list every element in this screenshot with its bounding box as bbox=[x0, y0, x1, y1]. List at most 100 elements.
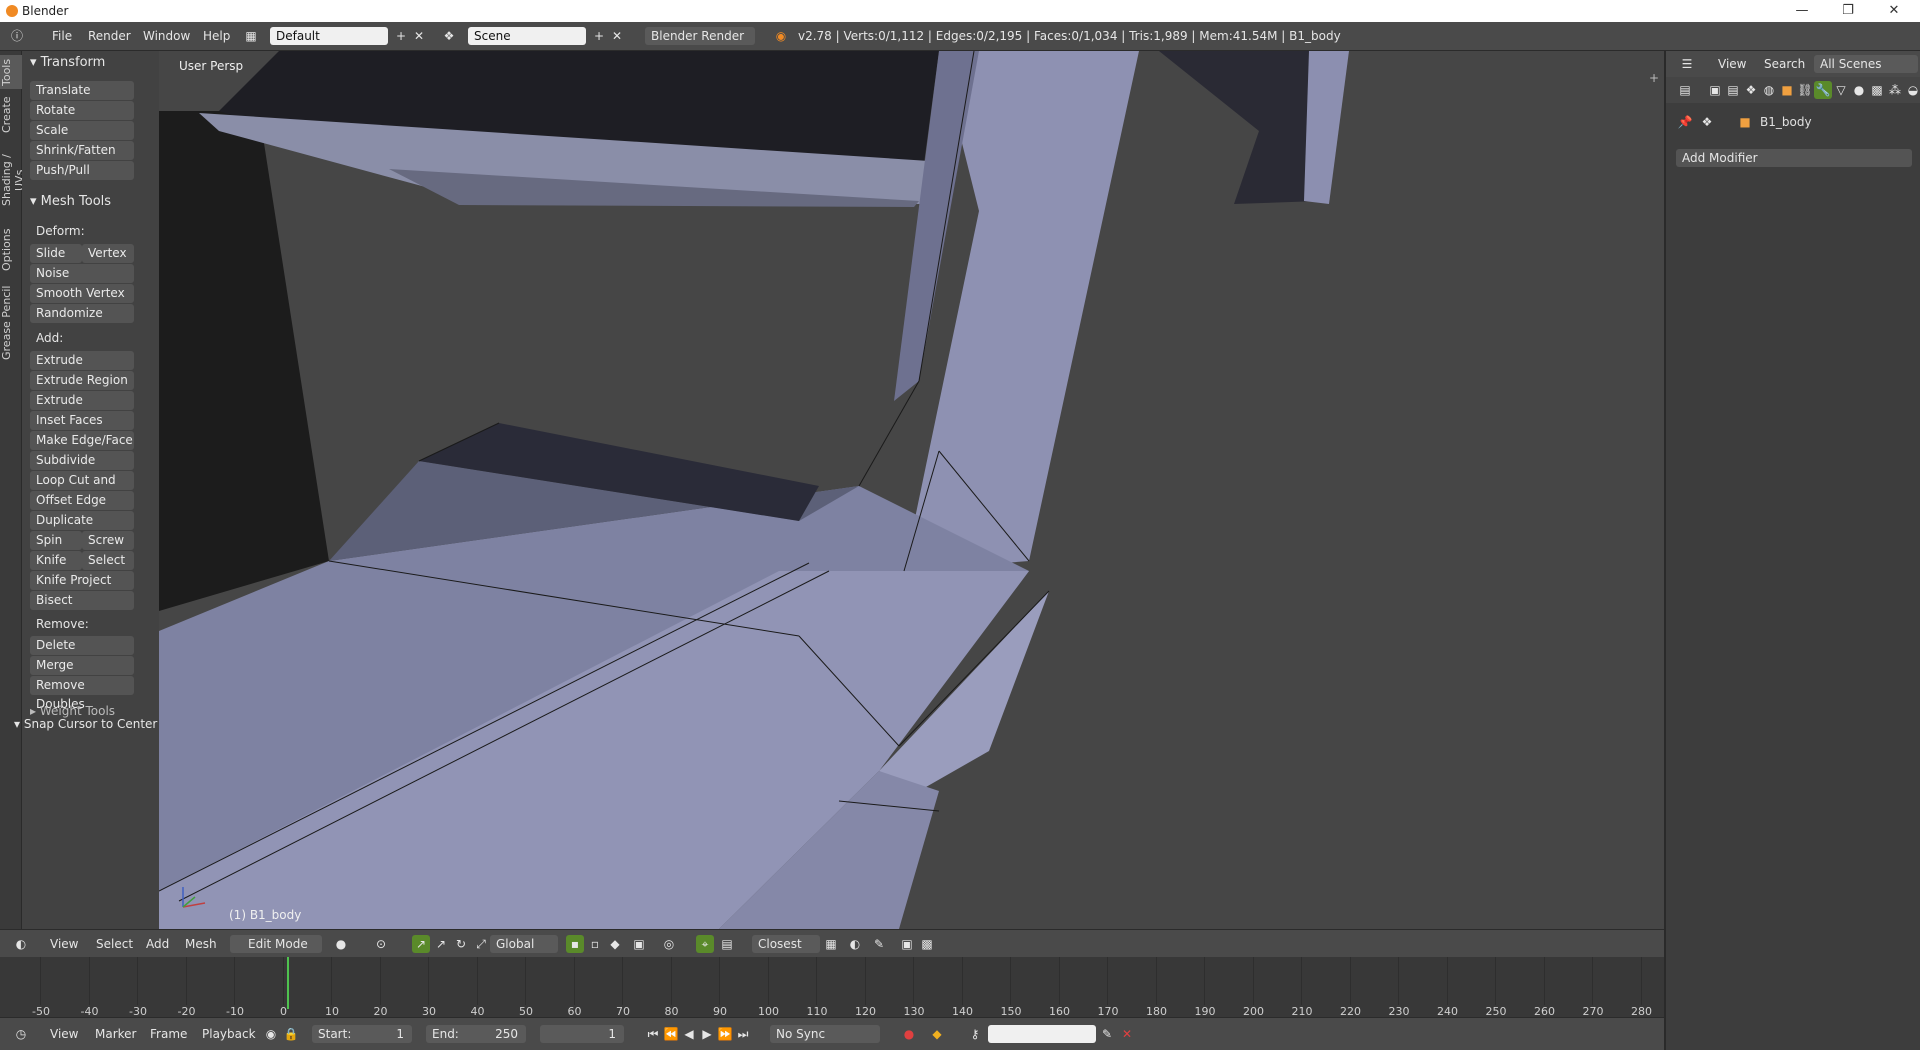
sculpt-icon[interactable]: ✎ bbox=[870, 935, 888, 953]
transform-panel-header[interactable]: ▾ Transform bbox=[30, 55, 105, 70]
translate-manip-icon[interactable]: ↗ bbox=[432, 935, 450, 953]
minimize-button[interactable]: — bbox=[1780, 0, 1824, 22]
editor-type-icon[interactable]: ◐ bbox=[12, 935, 30, 953]
knife-project-button[interactable]: Knife Project bbox=[30, 571, 134, 590]
mesh-tools-panel-header[interactable]: ▾ Mesh Tools bbox=[30, 194, 111, 209]
viewport-expand-icon[interactable]: + bbox=[1649, 71, 1659, 85]
delete-key-icon[interactable]: ✕ bbox=[1118, 1025, 1136, 1043]
texture-tab-icon[interactable]: ▩ bbox=[1868, 81, 1886, 99]
add-modifier-dropdown[interactable]: Add Modifier bbox=[1676, 149, 1912, 167]
smooth-vertex-button[interactable]: Smooth Vertex bbox=[30, 284, 134, 303]
timeline-editor-icon[interactable]: ◷ bbox=[12, 1025, 30, 1043]
scene-filter-dropdown[interactable]: All Scenes bbox=[1814, 55, 1918, 73]
jump-keyframe-forward-icon[interactable]: ⏩ bbox=[716, 1025, 734, 1043]
remove-layout-icon[interactable]: ✕ bbox=[410, 27, 428, 45]
extrude-individual-button[interactable]: Extrude Individual bbox=[30, 391, 134, 426]
close-window-button[interactable]: ✕ bbox=[1872, 0, 1916, 22]
props-menu-search[interactable]: Search bbox=[1764, 57, 1805, 71]
merge-button[interactable]: Merge bbox=[30, 656, 134, 675]
maximize-button[interactable]: ❐ bbox=[1826, 0, 1870, 22]
render-engine-dropdown[interactable]: Blender Render bbox=[645, 27, 755, 45]
lock-icon[interactable]: 🔒 bbox=[282, 1025, 300, 1043]
face-select-icon[interactable]: ◆ bbox=[606, 935, 624, 953]
snap-icon[interactable]: ⌖ bbox=[696, 935, 714, 953]
tl-menu-view[interactable]: View bbox=[50, 1027, 78, 1041]
layout-icon[interactable]: ▦ bbox=[242, 27, 260, 45]
remove-doubles-button[interactable]: Remove Doubles bbox=[30, 676, 134, 711]
knife-select-button[interactable]: Select bbox=[82, 551, 134, 570]
tab-grease-pencil[interactable]: Grease Pencil bbox=[0, 283, 22, 363]
vertex-select-icon[interactable]: ▪ bbox=[566, 935, 584, 953]
modifiers-tab-icon[interactable]: 🔧 bbox=[1814, 81, 1832, 99]
slide-vertex-button[interactable]: Vertex bbox=[82, 244, 134, 263]
data-tab-icon[interactable]: ▽ bbox=[1832, 81, 1850, 99]
mode-dropdown[interactable]: Edit Mode bbox=[230, 935, 322, 953]
tl-menu-frame[interactable]: Frame bbox=[150, 1027, 187, 1041]
3d-viewport[interactable]: User Persp (1) B1_body + bbox=[159, 51, 1664, 929]
snap-element-icon[interactable]: ▤ bbox=[718, 935, 736, 953]
menu-view[interactable]: View bbox=[50, 937, 78, 951]
end-frame-field[interactable]: End: 250 bbox=[426, 1025, 526, 1043]
shrink-fatten-button[interactable]: Shrink/Fatten bbox=[30, 141, 134, 160]
tab-options[interactable]: Options bbox=[0, 227, 22, 273]
start-frame-field[interactable]: Start: 1 bbox=[312, 1025, 412, 1043]
scene-icon[interactable]: ❖ bbox=[440, 27, 458, 45]
animation-icon[interactable]: ▩ bbox=[918, 935, 936, 953]
play-reverse-icon[interactable]: ◀ bbox=[680, 1025, 698, 1043]
manipulator-icon[interactable]: ↗ bbox=[412, 935, 430, 953]
tl-menu-playback[interactable]: Playback bbox=[202, 1027, 256, 1041]
rotate-manip-icon[interactable]: ↻ bbox=[452, 935, 470, 953]
spin-button[interactable]: Spin bbox=[30, 531, 82, 550]
jump-start-icon[interactable]: ⏮ bbox=[644, 1025, 662, 1043]
pivot-icon[interactable]: ⊙ bbox=[372, 935, 390, 953]
add-scene-icon[interactable]: + bbox=[590, 27, 608, 45]
layout-field[interactable]: Default bbox=[270, 27, 388, 45]
randomize-button[interactable]: Randomize bbox=[30, 304, 134, 323]
push-pull-button[interactable]: Push/Pull bbox=[30, 161, 134, 180]
keying-set-icon[interactable]: ⚷ bbox=[966, 1025, 984, 1043]
slide-edge-button[interactable]: Slide Ed bbox=[30, 244, 82, 279]
render-tab-icon[interactable]: ▣ bbox=[1706, 81, 1724, 99]
proportional-icon[interactable]: ◎ bbox=[660, 935, 678, 953]
menu-help[interactable]: Help bbox=[203, 29, 230, 43]
current-frame-field[interactable]: 1 bbox=[540, 1025, 624, 1043]
keying-set-field[interactable] bbox=[988, 1025, 1096, 1043]
orientation-dropdown[interactable]: Global bbox=[490, 935, 558, 953]
make-edge-face-button[interactable]: Make Edge/Face bbox=[30, 431, 134, 450]
timeline[interactable]: -50 -40 -30 -20 -10 0 10 20 30 40 50 60 70 80 90 100 110… bbox=[0, 957, 1664, 1018]
object-tab-icon[interactable]: ■ bbox=[1778, 81, 1796, 99]
particles-tab-icon[interactable]: ⁂ bbox=[1886, 81, 1904, 99]
insert-key-icon[interactable]: ✎ bbox=[1098, 1025, 1116, 1043]
tab-tools[interactable]: Tools bbox=[0, 55, 22, 89]
extrude-button[interactable]: Extrude bbox=[30, 351, 134, 370]
translate-button[interactable]: Translate bbox=[30, 81, 134, 100]
current-frame-line[interactable] bbox=[287, 957, 289, 1009]
keying-icon[interactable]: ◉ bbox=[262, 1025, 280, 1043]
info-editor-icon[interactable]: ⓘ bbox=[8, 27, 26, 45]
props-menu-view[interactable]: View bbox=[1718, 57, 1746, 71]
loop-cut-slide-button[interactable]: Loop Cut and Slide bbox=[30, 471, 134, 506]
menu-file[interactable]: File bbox=[52, 29, 72, 43]
menu-render[interactable]: Render bbox=[88, 29, 131, 43]
offset-edge-slide-button[interactable]: Offset Edge Slide bbox=[30, 491, 134, 526]
weight-tools-panel-header[interactable]: ▸ Weight Tools bbox=[30, 704, 115, 718]
knife-button[interactable]: Knife bbox=[30, 551, 82, 570]
jump-end-icon[interactable]: ⏭ bbox=[734, 1025, 752, 1043]
render-layers-tab-icon[interactable]: ▤ bbox=[1724, 81, 1742, 99]
play-icon[interactable]: ▶ bbox=[698, 1025, 716, 1043]
tl-menu-marker[interactable]: Marker bbox=[95, 1027, 136, 1041]
snap-target-dropdown[interactable]: Closest bbox=[752, 935, 820, 953]
rotate-button[interactable]: Rotate bbox=[30, 101, 134, 120]
delete-button[interactable]: Delete bbox=[30, 636, 134, 655]
screw-button[interactable]: Screw bbox=[82, 531, 134, 550]
scale-manip-icon[interactable]: ⤢ bbox=[472, 935, 490, 953]
material-tab-icon[interactable]: ● bbox=[1850, 81, 1868, 99]
remove-scene-icon[interactable]: ✕ bbox=[608, 27, 626, 45]
edge-select-icon[interactable]: ▫ bbox=[586, 935, 604, 953]
occlude-icon[interactable]: ▣ bbox=[630, 935, 648, 953]
inset-faces-button[interactable]: Inset Faces bbox=[30, 411, 134, 430]
add-layout-icon[interactable]: + bbox=[392, 27, 410, 45]
context-icon[interactable]: ▤ bbox=[1676, 81, 1694, 99]
menu-window[interactable]: Window bbox=[143, 29, 190, 43]
opengl-render-icon[interactable]: ◐ bbox=[846, 935, 864, 953]
